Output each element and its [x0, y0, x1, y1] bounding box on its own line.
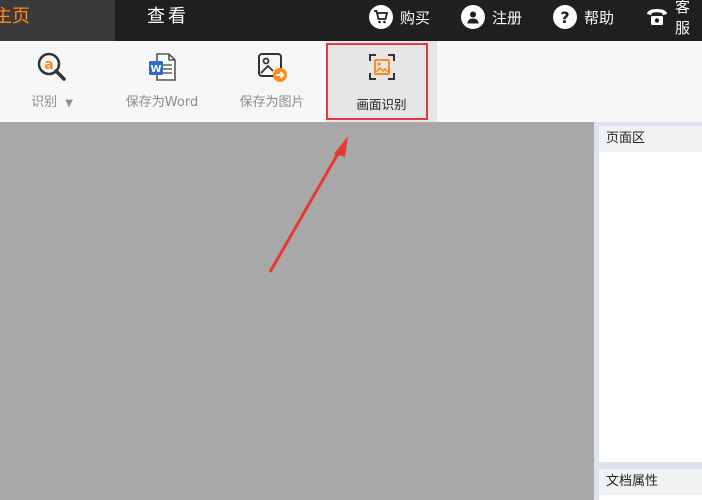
- doc-properties-header: 文档属性: [599, 469, 702, 495]
- doc-properties-body: [599, 495, 702, 500]
- page-area-header: 页面区: [599, 126, 702, 152]
- right-side-panel: 页面区 文档属性: [594, 122, 702, 500]
- page-area-body[interactable]: [599, 152, 702, 462]
